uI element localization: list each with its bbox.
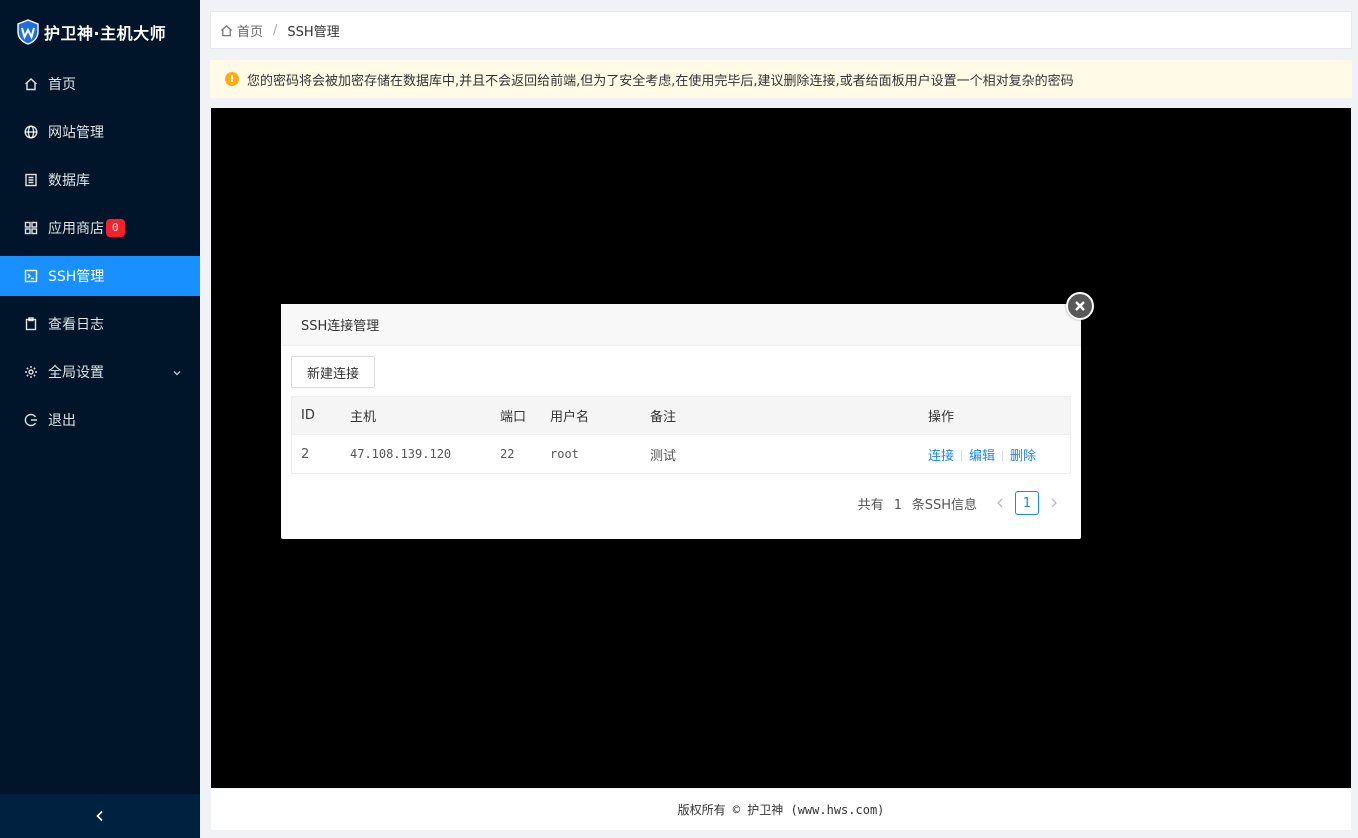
app-grid-icon (24, 221, 38, 235)
col-header-user: 用户名 (550, 410, 590, 425)
sidebar-menu: 首页 网站管理 数据库 应用商店 0 SSH管理 查看日志 全局设置 退出 (0, 64, 200, 440)
appstore-count-badge: 0 (106, 219, 125, 237)
sidebar-item-logs[interactable]: 查看日志 (0, 304, 200, 344)
col-header-id: ID (301, 408, 315, 423)
shield-logo-icon (17, 19, 39, 45)
sidebar-item-home[interactable]: 首页 (0, 64, 200, 104)
chevron-left-icon (997, 498, 1003, 508)
delete-link[interactable]: 删除 (1010, 449, 1036, 464)
breadcrumb-current: SSH管理 (287, 24, 340, 40)
sidebar-collapse-button[interactable] (0, 794, 200, 838)
col-header-note: 备注 (650, 410, 677, 425)
pager-prev-button[interactable] (993, 496, 1007, 510)
table-row: 2 47.108.139.120 22 root 测试 连接 编辑 删除 (292, 435, 1070, 473)
modal-title: SSH连接管理 (301, 319, 380, 334)
sidebar-item-label: 退出 (48, 413, 76, 429)
pagination: 共有 1 条SSH信息 1 (291, 491, 1071, 515)
footer: 版权所有 © 护卫神 (www.hws.com) (211, 789, 1351, 830)
logo[interactable]: 护卫神·主机大师 (0, 0, 200, 64)
sidebar-item-label: 数据库 (48, 173, 90, 189)
sidebar-item-label: 网站管理 (48, 125, 104, 141)
modal-body: 新建连接 ID 主机 端口 用户名 备注 操作 2 47.108.139.120… (281, 346, 1081, 515)
gear-icon (24, 365, 38, 379)
sidebar-item-label: 查看日志 (48, 317, 104, 333)
pager-total: 共有 1 条SSH信息 (858, 494, 977, 513)
close-icon (1075, 301, 1085, 311)
sidebar-item-label: SSH管理 (48, 269, 105, 285)
chevron-left-icon (96, 810, 103, 822)
breadcrumb-separator: / (273, 22, 278, 38)
pager-total-prefix: 共有 (857, 497, 884, 513)
home-icon (220, 24, 233, 37)
col-header-actions: 操作 (928, 410, 955, 425)
globe-icon (24, 125, 38, 139)
logout-icon (24, 413, 38, 427)
sidebar-item-label: 应用商店 (48, 221, 104, 237)
sidebar-item-label: 全局设置 (48, 365, 104, 381)
terminal-icon (24, 269, 38, 283)
sidebar-item-database[interactable]: 数据库 (0, 160, 200, 200)
ssh-connections-table: ID 主机 端口 用户名 备注 操作 2 47.108.139.120 22 r… (291, 396, 1071, 474)
sidebar-item-ssh[interactable]: SSH管理 (0, 256, 200, 296)
cell-id: 2 (301, 446, 310, 462)
breadcrumb: 首页 / SSH管理 (210, 11, 1352, 49)
cell-host: 47.108.139.120 (350, 447, 452, 461)
chevron-right-icon (1051, 498, 1057, 508)
app-title: 护卫神·主机大师 (44, 24, 167, 43)
cell-note: 测试 (650, 448, 677, 464)
col-header-port: 端口 (500, 410, 527, 425)
password-warning-alert: ! 您的密码将会被加密存储在数据库中,并且不会返回给前端,但为了安全考虑,在使用… (210, 60, 1352, 98)
sidebar-item-appstore[interactable]: 应用商店 0 (0, 208, 200, 248)
connect-link[interactable]: 连接 (928, 449, 954, 464)
action-divider (961, 450, 963, 462)
sidebar-item-settings[interactable]: 全局设置 (0, 352, 200, 392)
modal-close-button[interactable] (1066, 292, 1094, 320)
pager-total-count: 1 (893, 497, 902, 513)
chevron-down-icon (172, 366, 182, 376)
col-header-host: 主机 (350, 410, 377, 425)
sidebar-item-logout[interactable]: 退出 (0, 400, 200, 440)
action-divider (1002, 450, 1004, 462)
table-header-row: ID 主机 端口 用户名 备注 操作 (292, 397, 1070, 435)
sidebar-item-websites[interactable]: 网站管理 (0, 112, 200, 152)
sidebar: 护卫神·主机大师 首页 网站管理 数据库 应用商店 0 SSH管理 查看日志 全… (0, 0, 200, 838)
cell-port: 22 (500, 447, 515, 461)
breadcrumb-home-link[interactable]: 首页 (237, 21, 263, 40)
ssh-connection-modal: SSH连接管理 新建连接 ID 主机 端口 用户名 备注 操作 2 47.108… (281, 292, 1094, 539)
home-icon (24, 77, 38, 91)
pager-total-suffix: 条SSH信息 (911, 497, 977, 513)
new-connection-button[interactable]: 新建连接 (291, 356, 376, 388)
copyright-text: 版权所有 © 护卫神 (www.hws.com) (677, 803, 885, 817)
clipboard-icon (24, 317, 38, 331)
database-icon (24, 173, 38, 187)
cell-actions: 连接 编辑 删除 (919, 445, 1069, 464)
edit-link[interactable]: 编辑 (969, 449, 995, 464)
cell-user: root (550, 447, 579, 461)
pager-page-button[interactable]: 1 (1015, 491, 1039, 515)
alert-text: 您的密码将会被加密存储在数据库中,并且不会返回给前端,但为了安全考虑,在使用完毕… (247, 73, 1074, 89)
sidebar-item-label: 首页 (48, 77, 76, 93)
warning-icon: ! (225, 72, 239, 86)
modal-header: SSH连接管理 (281, 304, 1081, 346)
pager-next-button[interactable] (1047, 496, 1061, 510)
